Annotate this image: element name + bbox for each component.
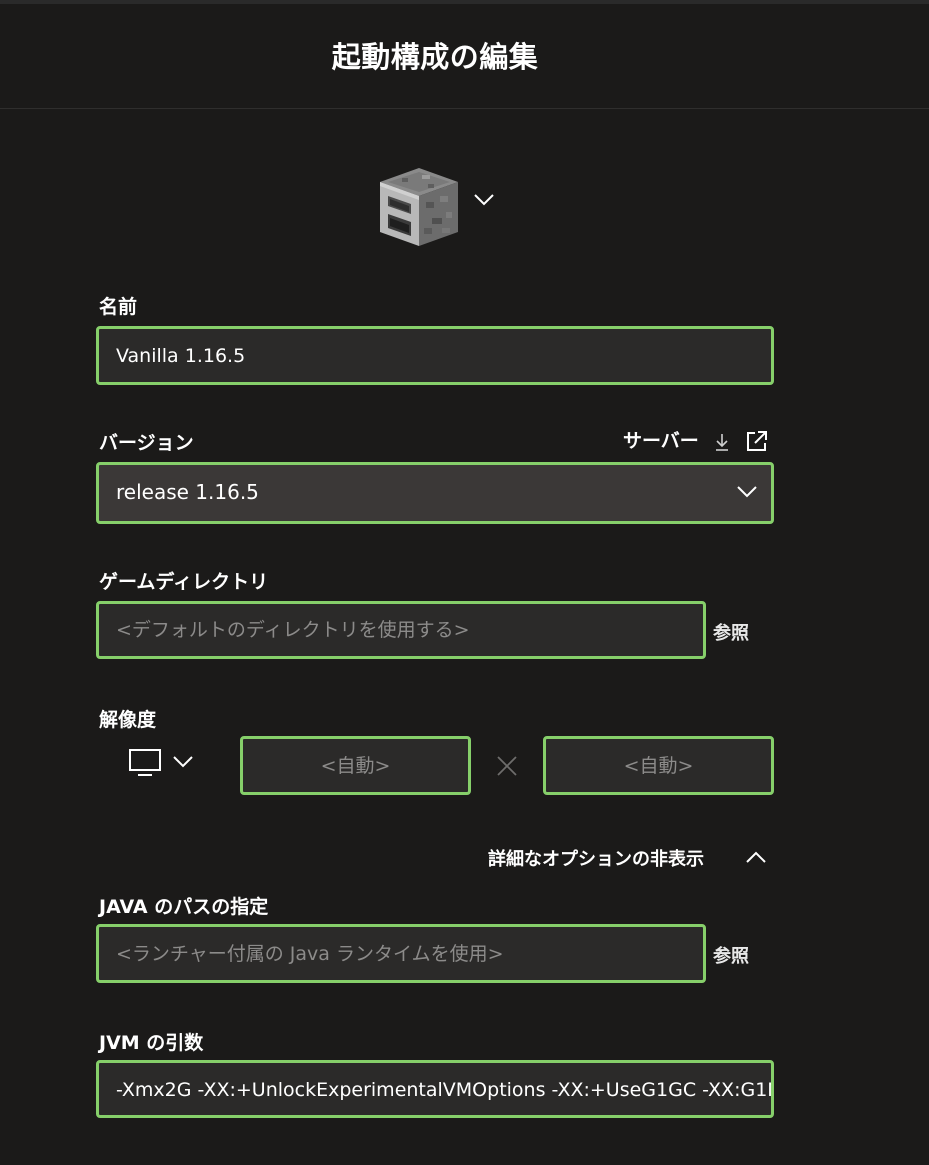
resolution-label: 解像度: [99, 709, 157, 731]
name-label: 名前: [99, 296, 138, 318]
jvm-arguments-label: JVM の引数: [99, 1032, 204, 1054]
download-icon: [716, 434, 728, 451]
jvm-arguments-input[interactable]: -Xmx2G -XX:+UnlockExperimentalVMOptions …: [96, 1060, 774, 1118]
dialog-header: 起動構成の編集: [0, 4, 929, 109]
resolution-height-input[interactable]: [543, 736, 774, 795]
version-label: バージョン: [99, 432, 194, 454]
resolution-preset-dropdown[interactable]: [128, 746, 198, 780]
game-directory-label: ゲームディレクトリ: [99, 571, 269, 593]
java-path-input[interactable]: [96, 924, 706, 983]
page-title: 起動構成の編集: [331, 40, 539, 74]
external-link-icon[interactable]: [745, 429, 769, 453]
hide-advanced-options-toggle[interactable]: 詳細なオプションの非表示: [488, 845, 766, 871]
jvm-arguments-value: -Xmx2G -XX:+UnlockExperimentalVMOptions …: [116, 1079, 771, 1101]
version-select[interactable]: release 1.16.5: [96, 462, 774, 524]
profile-icon-picker[interactable]: [378, 166, 500, 246]
name-input[interactable]: [96, 326, 774, 385]
monitor-icon: [129, 749, 161, 776]
java-path-browse-button[interactable]: 参照: [713, 942, 749, 968]
chevron-up-icon: [746, 851, 766, 863]
java-path-label: JAVA のパスの指定: [99, 896, 269, 918]
server-label: サーバー: [623, 430, 699, 452]
chevron-down-icon: [173, 756, 193, 768]
furnace-block-icon: [380, 168, 458, 246]
resolution-width-input[interactable]: [240, 736, 471, 795]
times-icon: [497, 756, 517, 776]
chevron-down-icon: [474, 194, 494, 206]
game-directory-input[interactable]: [96, 601, 706, 659]
hide-advanced-options-label: 詳細なオプションの非表示: [488, 849, 704, 870]
chevron-down-icon: [737, 486, 757, 498]
game-directory-browse-button[interactable]: 参照: [713, 619, 749, 645]
version-selected-value: release 1.16.5: [116, 480, 259, 504]
